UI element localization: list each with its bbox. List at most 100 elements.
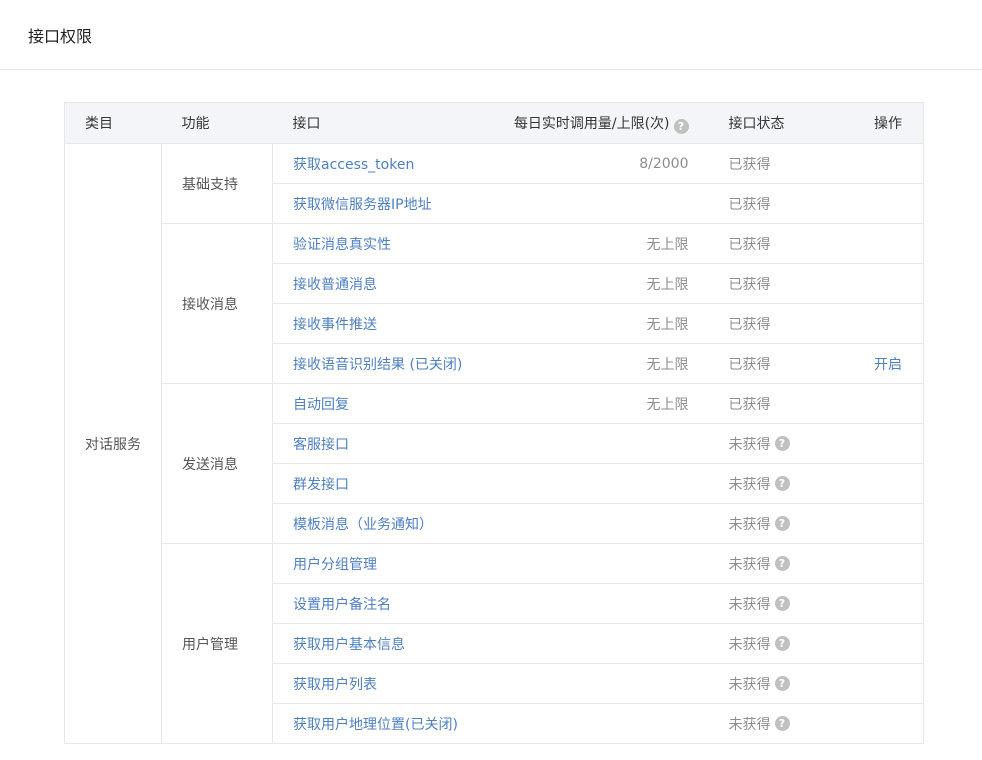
column-header-operation: 操作 (844, 102, 924, 144)
question-circle-icon[interactable]: ? (774, 596, 790, 611)
operation-cell (844, 143, 924, 184)
column-header-category: 类目 (64, 102, 162, 144)
api-link[interactable]: 获取用户地理位置(已关闭) (293, 717, 458, 733)
usage-cell (492, 503, 705, 544)
status-cell: 已获得 (704, 263, 845, 304)
usage-cell (492, 623, 705, 664)
status-cell: 未获得? (704, 463, 845, 504)
question-circle-icon[interactable]: ? (774, 516, 790, 531)
operation-cell (844, 703, 924, 744)
operation-cell (844, 303, 924, 344)
status-cell: 已获得 (704, 183, 845, 224)
status-text: 未获得 (728, 636, 771, 653)
operation-cell (844, 423, 924, 464)
usage-cell: 无上限 (492, 223, 705, 264)
question-circle-icon[interactable]: ? (774, 476, 790, 491)
status-text: 已获得 (728, 276, 771, 293)
usage-cell (492, 463, 705, 504)
api-permissions-table: 类目 功能 接口 每日实时调用量/上限(次)? 接口状态 操作 对话服务 基础支持… (64, 102, 924, 744)
usage-cell (492, 423, 705, 464)
status-cell: 已获得 (704, 143, 845, 184)
operation-cell (844, 543, 924, 584)
api-cell: 接收语音识别结果 (已关闭) (272, 343, 493, 384)
api-link[interactable]: 获取微信服务器IP地址 (293, 197, 432, 213)
api-link[interactable]: 验证消息真实性 (293, 237, 391, 253)
api-link[interactable]: 自动回复 (293, 397, 349, 413)
api-link[interactable]: 获取用户列表 (293, 677, 377, 693)
status-wrap: 未获得? (729, 434, 790, 454)
api-cell: 群发接口 (272, 463, 493, 504)
enable-link[interactable]: 开启 (874, 357, 902, 373)
status-text: 未获得 (728, 676, 771, 693)
usage-cell (492, 583, 705, 624)
usage-cell: 无上限 (492, 303, 705, 344)
api-cell: 获取access_token (272, 143, 493, 184)
api-link[interactable]: 获取用户基本信息 (293, 637, 405, 653)
status-text: 未获得 (728, 476, 771, 493)
api-link[interactable]: 用户分组管理 (293, 557, 377, 573)
api-cell: 验证消息真实性 (272, 223, 493, 264)
usage-cell (492, 543, 705, 584)
api-cell: 接收普通消息 (272, 263, 493, 304)
status-wrap: 已获得 (729, 314, 771, 334)
operation-cell (844, 663, 924, 704)
usage-cell: 无上限 (492, 383, 705, 424)
status-text: 未获得 (728, 596, 771, 613)
api-cell: 设置用户备注名 (272, 583, 493, 624)
api-cell: 获取用户地理位置(已关闭) (272, 703, 493, 744)
status-text: 已获得 (728, 156, 771, 173)
api-link[interactable]: 接收普通消息 (293, 277, 377, 293)
page-header: 接口权限 (0, 0, 982, 70)
status-text: 未获得 (728, 436, 771, 453)
api-link[interactable]: 模板消息（业务通知） (293, 517, 433, 533)
page-title: 接口权限 (28, 27, 93, 46)
operation-cell (844, 463, 924, 504)
api-permissions-table-wrapper: 类目 功能 接口 每日实时调用量/上限(次)? 接口状态 操作 对话服务 基础支持… (64, 102, 924, 744)
table-header-row: 类目 功能 接口 每日实时调用量/上限(次)? 接口状态 操作 (64, 102, 924, 144)
column-header-usage: 每日实时调用量/上限(次)? (492, 102, 705, 144)
column-header-status: 接口状态 (704, 102, 845, 144)
usage-cell (492, 183, 705, 224)
status-wrap: 未获得? (729, 674, 790, 694)
status-wrap: 已获得 (729, 394, 771, 414)
api-cell: 模板消息（业务通知） (272, 503, 493, 544)
table-row: 对话服务 基础支持 获取access_token 8/2000 已获得 (64, 143, 924, 744)
status-cell: 已获得 (704, 343, 845, 384)
question-circle-icon[interactable]: ? (774, 436, 790, 451)
status-cell: 未获得? (704, 503, 845, 544)
status-cell: 未获得? (704, 583, 845, 624)
question-circle-icon[interactable]: ? (774, 716, 790, 731)
api-link[interactable]: 获取access_token (293, 157, 414, 173)
status-wrap: 未获得? (729, 474, 790, 494)
usage-cell: 无上限 (492, 343, 705, 384)
table-row: 接收消息 验证消息真实性 无上限 已获得 (65, 223, 924, 384)
table-row: 发送消息 自动回复 无上限 已获得 (65, 383, 924, 544)
api-link[interactable]: 客服接口 (293, 437, 349, 453)
status-text: 已获得 (728, 396, 771, 413)
column-header-api: 接口 (272, 102, 493, 144)
question-circle-icon[interactable]: ? (774, 556, 790, 571)
api-link[interactable]: 设置用户备注名 (293, 597, 391, 613)
status-cell: 已获得 (704, 223, 845, 264)
status-cell: 未获得? (704, 423, 845, 464)
api-link[interactable]: 接收语音识别结果 (已关闭) (293, 357, 462, 373)
status-wrap: 未获得? (729, 714, 790, 734)
question-circle-icon[interactable]: ? (673, 118, 689, 134)
status-wrap: 已获得 (729, 194, 771, 214)
api-cell: 客服接口 (272, 423, 493, 464)
function-cell: 用户管理 (161, 543, 273, 744)
status-cell: 未获得? (704, 623, 845, 664)
status-wrap: 已获得 (729, 154, 771, 174)
status-wrap: 未获得? (729, 514, 790, 534)
api-cell: 获取用户列表 (272, 663, 493, 704)
question-circle-icon[interactable]: ? (774, 636, 790, 651)
status-text: 已获得 (728, 316, 771, 333)
operation-cell (844, 383, 924, 424)
operation-cell (844, 503, 924, 544)
api-link[interactable]: 接收事件推送 (293, 317, 377, 333)
api-cell: 用户分组管理 (272, 543, 493, 584)
usage-cell (492, 703, 705, 744)
question-circle-icon[interactable]: ? (774, 676, 790, 691)
status-wrap: 已获得 (729, 274, 771, 294)
api-link[interactable]: 群发接口 (293, 477, 349, 493)
